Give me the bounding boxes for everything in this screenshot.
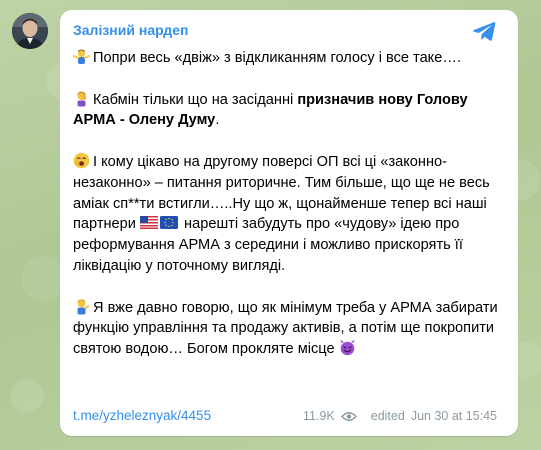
smiling-devil-emoji	[339, 339, 356, 356]
eye-icon	[340, 411, 357, 422]
us-flag-emoji	[140, 215, 158, 230]
edited-label: edited	[370, 409, 405, 423]
paragraph-1: Попри весь «двіж» з відкликанням голосу …	[73, 48, 505, 69]
message-text: Попри весь «двіж» з відкликанням голосу …	[73, 48, 505, 360]
channel-avatar[interactable]	[12, 13, 48, 49]
channel-name[interactable]: Залізний нардеп	[73, 22, 188, 38]
post-link[interactable]: t.me/yzheleznyak/4455	[73, 408, 211, 423]
paragraph-3: І кому цікаво на другому поверсі ОП всі …	[73, 152, 490, 274]
eu-flag-emoji	[160, 215, 178, 230]
person-facepalm-emoji	[73, 90, 90, 107]
telegram-plane-icon[interactable]	[471, 18, 497, 44]
yawning-face-emoji	[73, 152, 90, 169]
paragraph-4: Я вже давно говорю, що як мінімум треба …	[73, 298, 498, 358]
paragraph-2: Кабмін тільки що на засіданні призначив …	[73, 90, 468, 129]
view-count: 11.9K	[303, 409, 335, 423]
person-shrugging-emoji	[73, 48, 90, 65]
message-meta: 11.9K edited Jun 30 at 15:45	[303, 409, 497, 423]
message-date[interactable]: Jun 30 at 15:45	[411, 409, 497, 423]
person-tipping-hand-emoji	[73, 298, 90, 315]
